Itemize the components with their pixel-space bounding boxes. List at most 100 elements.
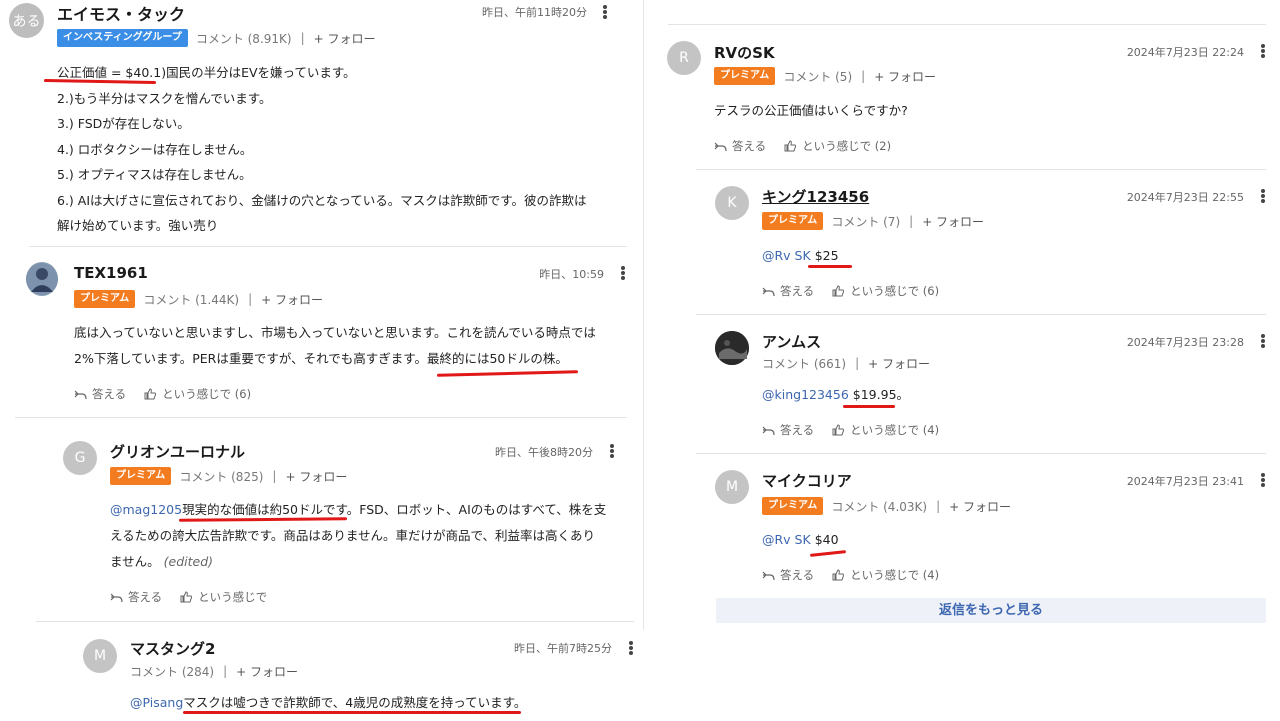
like-button[interactable]: という感じで (6)	[832, 283, 939, 299]
like-button[interactable]: という感じで	[180, 589, 267, 605]
avatar[interactable]: G	[63, 441, 97, 475]
comment-actions: 答える という感じで (6)	[74, 386, 269, 402]
comment-meta: コメント (284) | + フォロー	[130, 662, 298, 680]
comment-count[interactable]: コメント (284)	[130, 663, 214, 680]
reply-icon	[714, 142, 727, 151]
thumbs-up-icon	[832, 285, 845, 297]
comment-count[interactable]: コメント (4.03K)	[831, 498, 927, 515]
mention-link[interactable]: @Pisang	[130, 695, 183, 710]
thumbs-up-icon	[144, 388, 157, 400]
like-label: という感じで (4)	[850, 423, 940, 437]
comment-author[interactable]: TEX1961	[74, 264, 148, 282]
follow-button[interactable]: + フォロー	[236, 663, 298, 680]
avatar-initials: G	[74, 450, 86, 466]
follow-button[interactable]: + フォロー	[261, 291, 323, 308]
comment-author[interactable]: キング123456	[762, 186, 869, 207]
meta-separator: |	[223, 664, 228, 678]
avatar-initials: K	[727, 195, 737, 211]
like-label: という感じで (6)	[850, 284, 940, 298]
comment-line: 2.)もう半分はマスクを憎んでいます。	[57, 90, 272, 106]
meta-separator: |	[248, 292, 253, 306]
reply-icon	[762, 287, 775, 296]
avatar[interactable]: K	[715, 186, 749, 220]
comment-count[interactable]: コメント (8.91K)	[196, 30, 292, 47]
comment-divider	[696, 314, 1266, 315]
more-options-icon[interactable]	[605, 442, 619, 460]
comment-actions: 答える という感じで (2)	[714, 138, 909, 154]
load-more-replies-button[interactable]: 返信をもっと見る	[716, 598, 1266, 623]
more-options-icon[interactable]	[1256, 332, 1270, 350]
comment-timestamp: 2024年7月23日 22:24	[1126, 46, 1244, 59]
mention-link[interactable]: @mag1205	[110, 502, 182, 517]
comment-text: マスクは嘘つきで詐欺師で、4歳児の成熟度を持っています。	[183, 695, 527, 710]
comment-line: 2%下落しています。PERは重要ですが、それでも高すぎます。最終的には50ドルの…	[74, 351, 568, 366]
avatar[interactable]: M	[83, 639, 117, 673]
comment-divider	[36, 621, 634, 622]
follow-button[interactable]: + フォロー	[868, 355, 930, 372]
reply-button[interactable]: 答える	[762, 283, 814, 299]
more-options-icon[interactable]	[624, 639, 638, 657]
avatar[interactable]: R	[667, 41, 701, 75]
avatar[interactable]: ある	[9, 3, 44, 38]
comment-count[interactable]: コメント (1.44K)	[143, 291, 239, 308]
comment-count[interactable]: コメント (825)	[179, 468, 263, 485]
like-button[interactable]: という感じで (4)	[832, 567, 939, 583]
comment-count[interactable]: コメント (661)	[762, 355, 846, 372]
reply-icon	[74, 390, 87, 399]
comment-divider	[15, 417, 627, 418]
like-button[interactable]: という感じで (2)	[784, 138, 891, 154]
reply-button[interactable]: 答える	[762, 567, 814, 583]
comment-author[interactable]: マイクコリア	[762, 470, 852, 491]
comment-line: 解け始めています。強い売り	[57, 218, 219, 233]
mention-link[interactable]: @king123456	[762, 387, 849, 402]
more-options-icon[interactable]	[1256, 187, 1270, 205]
follow-button[interactable]: + フォロー	[285, 468, 347, 485]
reply-button[interactable]: 答える	[762, 422, 814, 438]
investing-group-badge: インベスティンググループ	[57, 29, 188, 47]
meta-separator: |	[861, 69, 866, 83]
reply-label: 答える	[128, 590, 163, 604]
reply-label: 答える	[780, 568, 815, 582]
reply-button[interactable]: 答える	[110, 589, 162, 605]
reply-button[interactable]: 答える	[714, 138, 766, 154]
follow-button[interactable]: + フォロー	[874, 68, 936, 85]
comment-text: $25	[814, 248, 839, 263]
meta-separator: |	[300, 31, 305, 45]
comment-line: 3.) FSDが存在しない。	[57, 116, 190, 131]
comment-author[interactable]: マスタング2	[130, 638, 215, 659]
comment-count[interactable]: コメント (7)	[831, 213, 900, 230]
comment-author[interactable]: RVのSK	[714, 42, 775, 63]
comment-text: $19.95。	[852, 387, 910, 402]
column-separator	[643, 0, 644, 630]
comment-line: ません。 (edited)	[110, 549, 630, 575]
avatar[interactable]: M	[715, 470, 749, 504]
more-options-icon[interactable]	[616, 264, 630, 282]
follow-button[interactable]: + フォロー	[949, 498, 1011, 515]
comment-author[interactable]: アンムス	[762, 331, 821, 352]
red-annotation-underline	[843, 405, 895, 408]
follow-button[interactable]: + フォロー	[314, 30, 376, 47]
reply-icon	[762, 571, 775, 580]
comment-author[interactable]: エイモス・タック	[57, 1, 185, 25]
comment-body: @Rv SK $40	[762, 527, 839, 553]
avatar[interactable]	[26, 262, 58, 296]
more-options-icon[interactable]	[598, 3, 612, 21]
comment-divider	[29, 246, 627, 247]
mention-link[interactable]: @Rv SK	[762, 532, 811, 547]
meta-separator: |	[855, 356, 860, 370]
avatar[interactable]	[715, 331, 749, 365]
follow-button[interactable]: + フォロー	[922, 213, 984, 230]
like-button[interactable]: という感じで (6)	[144, 386, 251, 402]
thumbs-up-icon	[832, 569, 845, 581]
comment-author[interactable]: グリオンユーロナル	[110, 441, 245, 462]
comment-count[interactable]: コメント (5)	[783, 68, 852, 85]
mention-link[interactable]: @Rv SK	[762, 248, 811, 263]
more-options-icon[interactable]	[1256, 42, 1270, 60]
premium-badge: プレミアム	[74, 290, 136, 308]
premium-badge: プレミアム	[762, 212, 824, 230]
more-options-icon[interactable]	[1256, 471, 1270, 489]
reply-label: 答える	[92, 387, 127, 401]
like-button[interactable]: という感じで (4)	[832, 422, 939, 438]
reply-button[interactable]: 答える	[74, 386, 126, 402]
reply-label: 答える	[780, 284, 815, 298]
